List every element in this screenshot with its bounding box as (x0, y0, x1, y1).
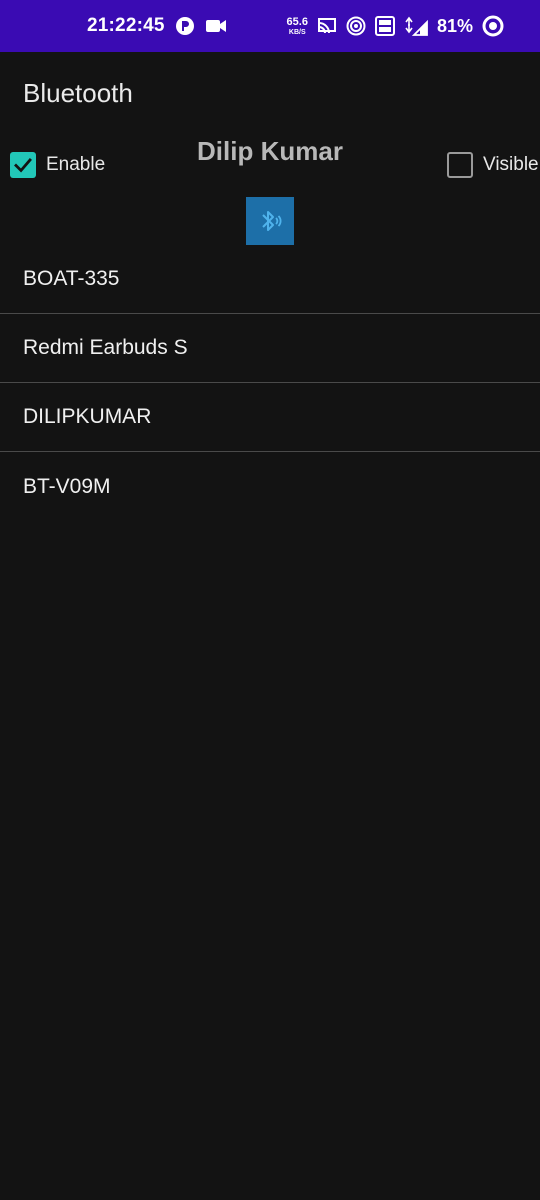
signal-4g-icon (404, 16, 428, 36)
device-list-item[interactable]: BOAT-335 (0, 245, 540, 314)
device-list-item[interactable]: BT-V09M (0, 452, 540, 521)
visible-checkbox[interactable] (447, 152, 473, 178)
battery-percent: 81% (436, 15, 473, 36)
cast-icon (317, 17, 337, 35)
app-notification-icon (175, 16, 195, 36)
bluetooth-icon (262, 211, 282, 231)
status-time: 21:22:45 (87, 15, 165, 36)
app-title: Bluetooth (23, 78, 133, 108)
video-record-icon (205, 18, 227, 34)
bluetooth-scan-button[interactable] (246, 197, 294, 245)
visible-checkbox-row[interactable]: Visible (447, 151, 539, 179)
network-speed: 65.6 KB/S (286, 15, 308, 36)
paired-device-list: BOAT-335 Redmi Earbuds S DILIPKUMAR BT-V… (0, 245, 540, 521)
network-speed-unit: KB/S (288, 28, 306, 36)
visible-label: Visible (483, 154, 539, 175)
network-speed-value: 65.6 (286, 15, 308, 28)
volte-icon (374, 16, 395, 36)
device-list-item[interactable]: DILIPKUMAR (0, 383, 540, 452)
hotspot-icon (346, 16, 366, 36)
status-right: 65.6 KB/S 81% (287, 0, 504, 52)
status-bar: 21:22:45 65.6 KB/S 81% (0, 0, 540, 52)
status-left: 21:22:45 (87, 0, 227, 52)
device-list-item[interactable]: Redmi Earbuds S (0, 314, 540, 383)
battery-ring-icon (482, 15, 504, 37)
